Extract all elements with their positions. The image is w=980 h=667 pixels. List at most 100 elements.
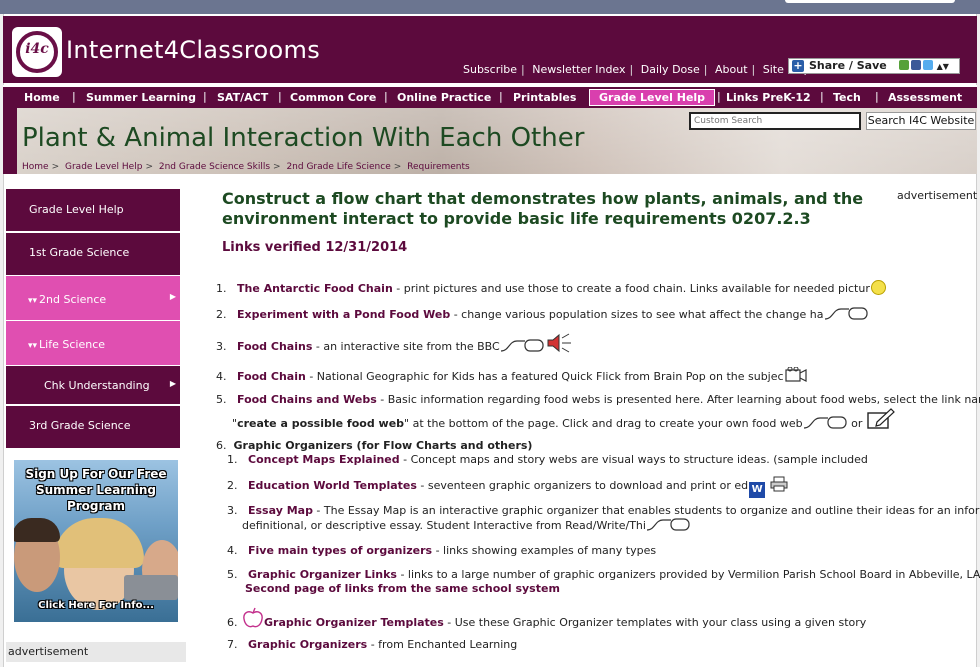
breadcrumb-home[interactable]: Home <box>22 162 49 172</box>
nav-home[interactable]: Home <box>24 89 60 106</box>
share-label: Share / Save <box>809 59 887 72</box>
item-number: 3. <box>227 504 238 517</box>
sidebar-item-chk-understanding[interactable]: Chk Understanding ▶ <box>6 366 180 404</box>
list-item: 6. Graphic Organizer Templates - Use the… <box>227 607 866 630</box>
nav-separator: | <box>499 90 503 103</box>
link-graphic-organizer-links[interactable]: Graphic Organizer Links <box>248 568 397 581</box>
word-document-icon[interactable]: W <box>749 482 766 498</box>
speaker-icon[interactable] <box>546 333 572 353</box>
plug-icon[interactable] <box>646 518 691 532</box>
apple-icon[interactable] <box>242 607 264 629</box>
item-description: - Concept maps and story webs are visual… <box>399 453 868 466</box>
item-description: - print pictures and use those to create… <box>392 282 870 295</box>
breadcrumb-grade-level-help[interactable]: Grade Level Help <box>65 162 142 172</box>
item-description: - an interactive site from the BBC <box>312 340 500 353</box>
banner-left-bar <box>3 108 17 174</box>
list-item: 5. Graphic Organizer Links - links to a … <box>227 567 980 582</box>
sidebar-item-label-wrap: ▾▾ 2nd Science <box>28 293 106 306</box>
graphic-organizers-heading: Graphic Organizers (for Flow Charts and … <box>233 439 533 452</box>
item-number: 1. <box>216 282 227 295</box>
dropdown-arrow-icon: ▲▼ <box>936 62 949 71</box>
nav-tech[interactable]: Tech <box>833 89 861 106</box>
link-concept-maps-explained[interactable]: Concept Maps Explained <box>248 453 400 466</box>
link-graphic-organizers[interactable]: Graphic Organizers <box>248 638 367 651</box>
list-item-continued: definitional, or descriptive essay. Stud… <box>242 518 691 533</box>
main-nav: Home | Summer Learning | SAT/ACT | Commo… <box>3 85 977 108</box>
promo-headline: Sign Up For Our Free Summer Learning Pro… <box>25 467 167 513</box>
breadcrumb-2nd-grade-science[interactable]: 2nd Grade Science Skills <box>159 162 270 172</box>
top-link-daily-dose[interactable]: Daily Dose <box>641 63 700 76</box>
list-item: 3. Food Chains - an interactive site fro… <box>216 333 572 354</box>
link-food-chain[interactable]: Food Chain <box>237 370 306 383</box>
top-pill <box>785 0 955 3</box>
item-number: 4. <box>227 544 238 557</box>
pencil-icon[interactable] <box>867 408 895 430</box>
nav-online-practice[interactable]: Online Practice <box>397 89 491 106</box>
advertisement-label: advertisement <box>897 189 978 202</box>
item-number: 1. <box>227 453 238 466</box>
create-food-web-label: create a possible food web <box>237 417 405 430</box>
link-second-page[interactable]: Second page of links from the same schoo… <box>245 582 560 595</box>
link-five-main-types[interactable]: Five main types of organizers <box>248 544 432 557</box>
item-description: - links showing examples of many types <box>432 544 657 557</box>
list-item: 1. Concept Maps Explained - Concept maps… <box>227 452 868 467</box>
item-description: definitional, or descriptive essay. Stud… <box>242 519 646 532</box>
nav-common-core[interactable]: Common Core <box>290 89 376 106</box>
sidebar-item-label: Chk Understanding <box>44 379 150 392</box>
nav-grade-level-help[interactable]: Grade Level Help <box>589 89 716 106</box>
twitter-icon <box>922 60 933 70</box>
sidebar-item-label: Grade Level Help <box>29 203 124 216</box>
link-education-world-templates[interactable]: Education World Templates <box>248 479 417 492</box>
item-description: " at the bottom of the page. Click and d… <box>404 417 803 430</box>
top-links: Subscribe | Newsletter Index | Daily Dose |… <box>463 63 811 76</box>
search-input[interactable] <box>689 112 861 130</box>
breadcrumb-2nd-grade-life-science[interactable]: 2nd Grade Life Science <box>286 162 390 172</box>
item-description: - Use these Graphic Organizer templates … <box>443 616 867 629</box>
top-link-about[interactable]: About <box>715 63 748 76</box>
printer-icon[interactable] <box>770 476 788 492</box>
nav-sat-act[interactable]: SAT/ACT <box>217 89 268 106</box>
sidebar-item-grade-level-help[interactable]: Grade Level Help <box>6 189 180 231</box>
link-food-chains-and-webs[interactable]: Food Chains and Webs <box>237 393 377 406</box>
link-essay-map[interactable]: Essay Map <box>248 504 313 517</box>
item-number: 2. <box>216 308 227 321</box>
nav-separator: | <box>875 90 879 103</box>
brand-name[interactable]: Internet4Classrooms <box>66 36 320 64</box>
list-item: 6. Graphic Organizers (for Flow Charts a… <box>216 438 532 453</box>
search-button[interactable]: Search I4C Website <box>866 112 976 130</box>
share-save-button[interactable]: + Share / Save ▲▼ <box>788 58 960 74</box>
item-description: - National Geographic for Kids has a fea… <box>305 370 784 383</box>
promo-photo-boy-hair <box>14 518 60 542</box>
link-antarctic-food-chain[interactable]: The Antarctic Food Chain <box>237 282 393 295</box>
item-number: 6. <box>216 439 227 452</box>
top-link-subscribe[interactable]: Subscribe <box>463 63 517 76</box>
sidebar-item-label-wrap: ▾▾ Life Science <box>28 338 105 351</box>
sidebar-item-3rd-grade-science[interactable]: 3rd Grade Science <box>6 406 180 448</box>
logo[interactable]: i4c <box>12 27 62 77</box>
video-camera-icon[interactable] <box>784 367 807 383</box>
interactive-icon[interactable] <box>870 280 886 295</box>
plug-icon[interactable] <box>500 339 545 353</box>
content-heading: Construct a flow chart that demonstrates… <box>222 189 864 228</box>
link-food-chains[interactable]: Food Chains <box>237 340 312 353</box>
top-link-newsletter[interactable]: Newsletter Index <box>532 63 625 76</box>
plug-icon[interactable] <box>803 416 848 430</box>
promo-cta[interactable]: Click Here For Info... <box>14 600 178 611</box>
nav-printables[interactable]: Printables <box>513 89 576 106</box>
sidebar-item-2nd-science[interactable]: ▾▾ 2nd Science ▶ <box>6 276 180 320</box>
link-graphic-organizer-templates[interactable]: Graphic Organizer Templates <box>264 616 444 629</box>
nav-summer-learning[interactable]: Summer Learning <box>86 89 196 106</box>
link-pond-food-web[interactable]: Experiment with a Pond Food Web <box>237 308 450 321</box>
plug-icon[interactable] <box>824 307 869 321</box>
links-verified: Links verified 12/31/2014 <box>222 240 408 255</box>
summer-learning-promo[interactable]: Sign Up For Our Free Summer Learning Pro… <box>14 460 178 622</box>
facebook-icon <box>910 60 921 70</box>
list-item-continued: "create a possible food web" at the bott… <box>232 408 895 431</box>
item-description: - change various population sizes to see… <box>450 308 824 321</box>
nav-links-prek-12[interactable]: Links PreK-12 <box>726 89 811 106</box>
nav-assessment[interactable]: Assessment <box>888 89 962 106</box>
sidebar-item-life-science[interactable]: ▾▾ Life Science <box>6 321 180 365</box>
item-description: - seventeen graphic organizers to downlo… <box>416 479 749 492</box>
sidebar-item-1st-grade-science[interactable]: 1st Grade Science <box>6 233 180 275</box>
item-number: 4. <box>216 370 227 383</box>
